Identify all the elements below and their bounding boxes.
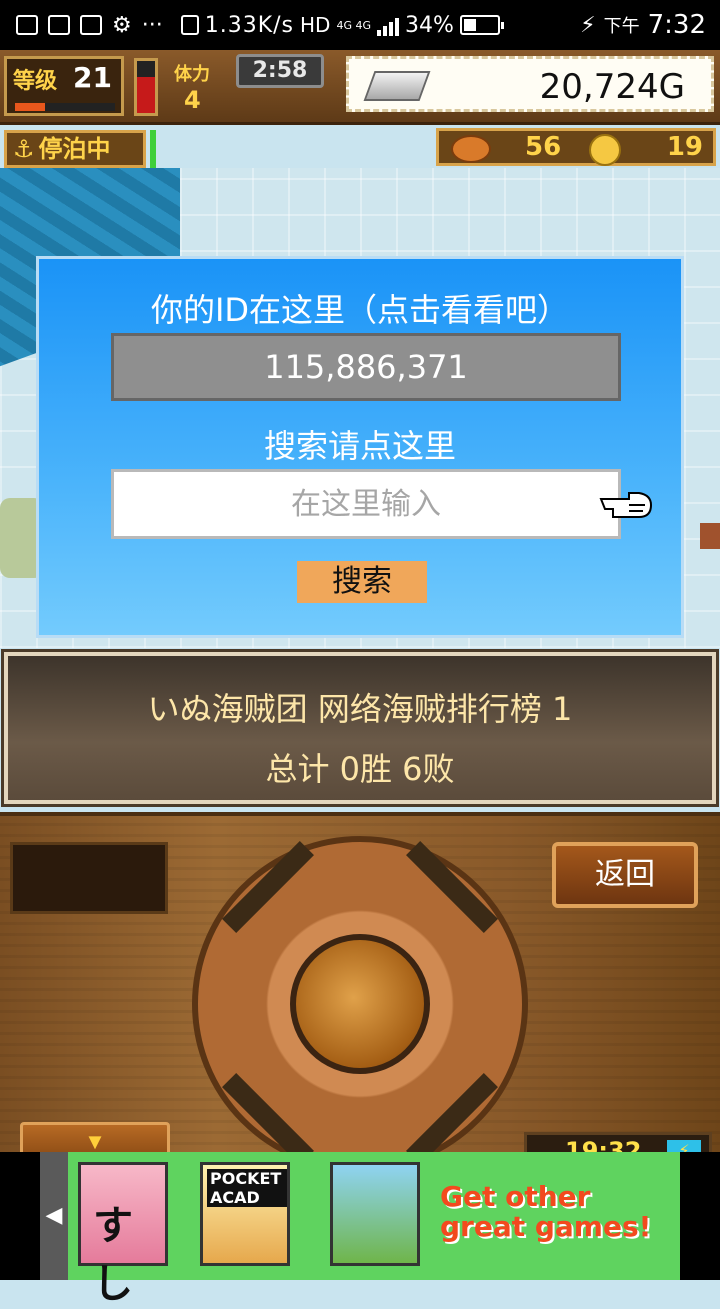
back-button[interactable]: 返回: [552, 842, 698, 908]
status-row: ⚓ 停泊中 56 19: [0, 124, 720, 168]
hp-gauge: [134, 58, 158, 116]
mail-icon: [48, 15, 70, 35]
gold-value: 20,724G: [539, 67, 685, 107]
gallery-icon: [16, 15, 38, 35]
hd-label: HD: [300, 13, 331, 37]
level-label: 等级: [13, 69, 58, 94]
more-notifications-icon: ···: [141, 12, 163, 38]
ad-cta[interactable]: Get other great games!: [440, 1182, 670, 1242]
info-panel: いぬ海贼团 网络海贼排行榜 1 总计 0胜 6败: [1, 649, 719, 807]
stamina-label: 体力: [174, 64, 210, 85]
ad-cta-line2: great games!: [440, 1210, 652, 1243]
battery-percent: 34%: [405, 12, 454, 38]
message-icon: [80, 15, 102, 35]
dpad-center-button[interactable]: [290, 934, 430, 1074]
team-ranking: いぬ海贼团 网络海贼排行榜 1: [147, 690, 573, 728]
ad-game-tile-academy[interactable]: POCKET ACAD: [200, 1162, 290, 1266]
food-count: 56: [525, 132, 562, 162]
pointing-hand-icon: [599, 492, 653, 518]
house-icon: [700, 523, 720, 549]
dpad[interactable]: [192, 836, 528, 1172]
food-icon: [451, 135, 491, 163]
status-time: 7:32: [647, 10, 706, 40]
battle-record: 总计 0胜 6败: [265, 750, 455, 788]
status-bar: ⚙ ··· 1.33K/s HD 4G 4G 34% ⚡ 下午 7:32: [0, 0, 720, 50]
battery-icon: [459, 15, 504, 35]
dpad-divider: [406, 841, 498, 933]
docked-label: 停泊中: [38, 135, 111, 163]
dialog-title: 你的ID在这里（点击看看吧）: [150, 291, 570, 329]
ad-game-tile-castle[interactable]: [330, 1162, 420, 1266]
ad-tile-label: POCKET ACAD: [207, 1169, 287, 1207]
resource-box: 56 19: [436, 128, 716, 166]
gold-box: 20,724G: [346, 56, 714, 112]
ad-game-tile-sushi[interactable]: すし: [78, 1162, 168, 1307]
game-hud: 等级 21 体力 4 2:58 20,724G: [0, 50, 720, 125]
ad-cta-line1: Get other: [440, 1180, 591, 1213]
settings-icon: ⚙: [112, 12, 132, 38]
vibrate-icon: [180, 15, 199, 35]
ad-banner[interactable]: ◀ すし POCKET ACAD Get other great games!: [0, 1152, 720, 1307]
level-value: 21: [73, 61, 112, 94]
ad-tile-label: すし: [93, 1203, 133, 1307]
coin-count: 19: [666, 132, 703, 162]
search-label: 搜索请点这里: [263, 427, 456, 465]
network-type: 4G 4G: [336, 18, 372, 32]
experience-bar: [15, 103, 115, 111]
signal-icon: [377, 14, 400, 36]
ad-left-arrow[interactable]: ◀: [40, 1152, 68, 1280]
search-button[interactable]: 搜索: [297, 561, 427, 603]
docked-status[interactable]: ⚓ 停泊中: [4, 130, 146, 168]
level-box: 等级 21: [4, 56, 124, 116]
anchor-icon: ⚓: [13, 135, 35, 163]
screen-slot: [10, 842, 168, 914]
stamina-timer: 2:58: [236, 54, 324, 88]
coin-icon: [589, 134, 621, 166]
stamina-value: 4: [184, 86, 201, 114]
status-indicator: [150, 130, 156, 168]
network-speed: 1.33K/s: [204, 12, 295, 38]
charging-icon: ⚡: [580, 12, 596, 38]
controller-panel: 返回 ▼ 19:32 ⚡: [0, 812, 720, 1172]
dpad-divider: [222, 841, 314, 933]
stamina-box: 体力 4: [170, 56, 240, 116]
id-search-dialog: 你的ID在这里（点击看看吧） 115,886,371 搜索请点这里 搜索: [36, 256, 684, 638]
search-input[interactable]: [111, 469, 621, 539]
silver-bar-icon: [363, 71, 431, 101]
player-id-field[interactable]: 115,886,371: [111, 333, 621, 401]
am-pm-label: 下午: [603, 16, 640, 37]
